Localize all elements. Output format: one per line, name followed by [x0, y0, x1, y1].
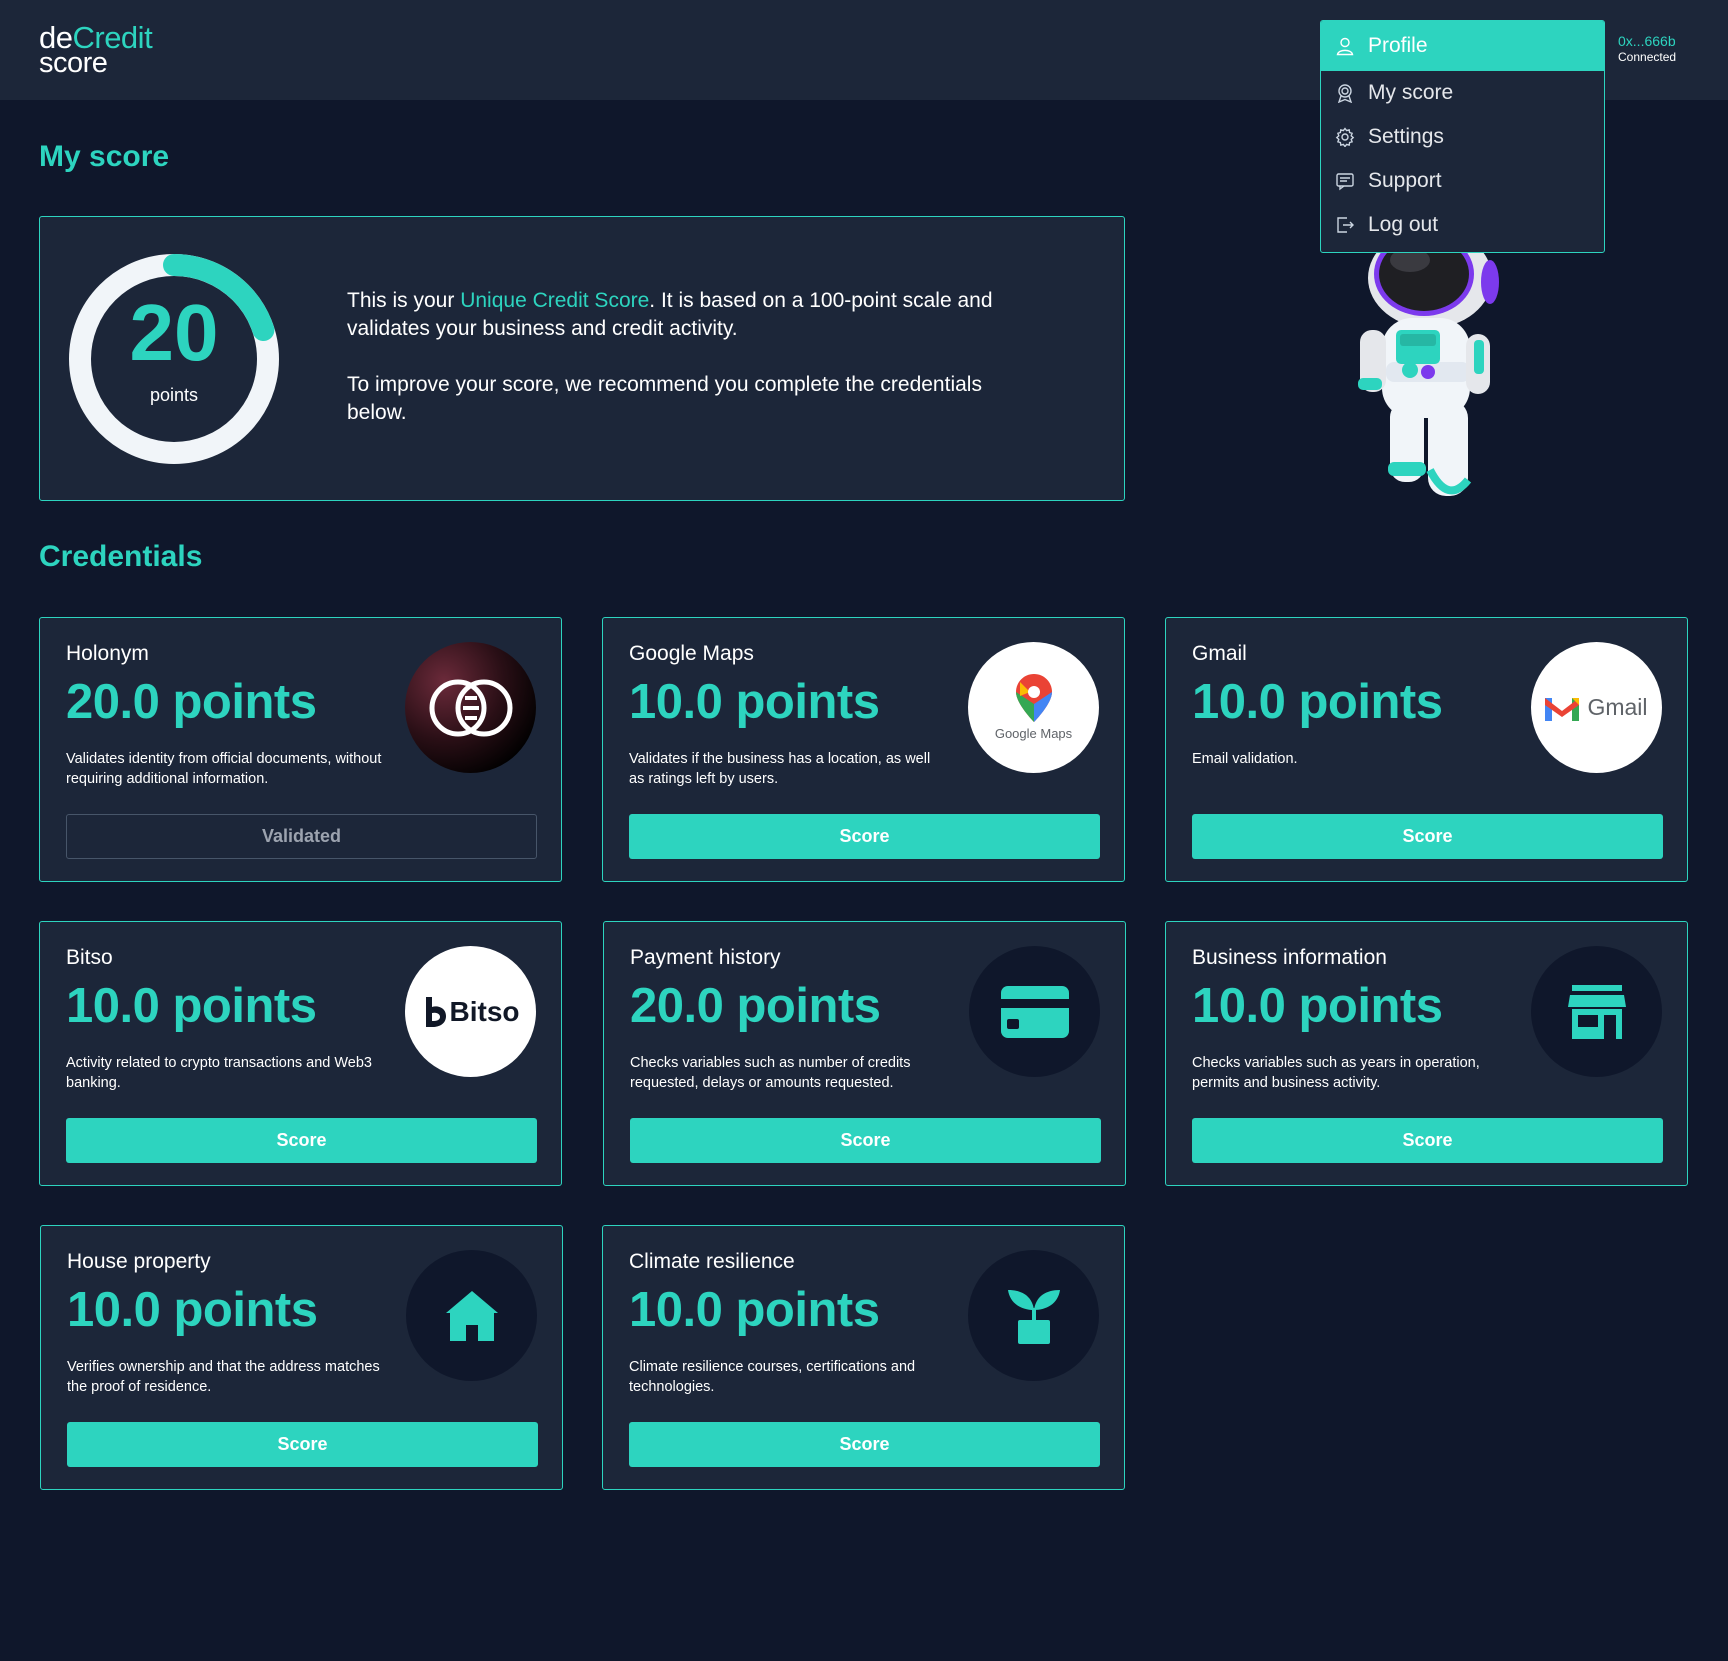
- score-description: This is your Unique Credit Score. It is …: [347, 287, 1047, 455]
- gmail-logo-text: Gmail: [1587, 694, 1648, 720]
- credential-description: Climate resilience courses, certificatio…: [629, 1359, 916, 1395]
- credentials-section-title: Credentials: [39, 540, 203, 573]
- page-title: My score: [39, 140, 170, 173]
- bitso-logo-text: Bitso: [449, 995, 520, 1027]
- credential-description: Checks variables such as years in operat…: [1192, 1055, 1480, 1091]
- menu-item-settings[interactable]: Settings: [1321, 115, 1604, 159]
- credit-score-card: 20 points This is your Unique Credit Sco…: [39, 216, 1125, 501]
- menu-item-label: My score: [1368, 81, 1454, 104]
- credential-card-gmail: Gmail 10.0 points Email validation. Gmai…: [1165, 617, 1688, 882]
- credential-points: 10.0 points: [67, 1283, 318, 1337]
- credential-name: Payment history: [630, 946, 781, 969]
- score-button[interactable]: Score: [1192, 1118, 1663, 1163]
- menu-item-label: Profile: [1368, 34, 1428, 57]
- credential-card-payment-history: Payment history 20.0 points Checks varia…: [603, 921, 1126, 1186]
- wallet-address: 0x...666b: [1618, 33, 1676, 49]
- profile-dropdown-menu: Profile My score Settings Support Log ou…: [1320, 20, 1605, 253]
- credential-points: 20.0 points: [66, 675, 317, 729]
- credit-card-icon: [969, 946, 1100, 1077]
- menu-item-my-score[interactable]: My score: [1321, 71, 1604, 115]
- credential-description: Validates identity from official documen…: [66, 751, 382, 787]
- validated-button[interactable]: Validated: [66, 814, 537, 859]
- credential-card-climate-resilience: Climate resilience 10.0 points Climate r…: [602, 1225, 1125, 1490]
- credential-points: 10.0 points: [1192, 675, 1443, 729]
- credential-points: 10.0 points: [1192, 979, 1443, 1033]
- unique-credit-score-link[interactable]: Unique Credit Score: [460, 289, 649, 312]
- score-recommendation: To improve your score, we recommend you …: [347, 373, 982, 424]
- credential-name: Business information: [1192, 946, 1387, 969]
- credential-description: Verifies ownership and that the address …: [67, 1359, 380, 1395]
- credential-description: Checks variables such as number of credi…: [630, 1055, 911, 1091]
- menu-item-label: Settings: [1368, 125, 1444, 148]
- credential-points: 10.0 points: [629, 1283, 880, 1337]
- bitso-logo: Bitso: [405, 946, 536, 1077]
- credential-description: Email validation.: [1192, 751, 1298, 767]
- score-button[interactable]: Score: [1192, 814, 1663, 859]
- menu-item-label: Log out: [1368, 213, 1439, 236]
- menu-item-label: Support: [1368, 169, 1442, 192]
- credential-name: Climate resilience: [629, 1250, 795, 1273]
- credential-name: Google Maps: [629, 642, 754, 665]
- map-pin-icon: [1015, 674, 1052, 722]
- credential-description: Activity related to crypto transactions …: [66, 1055, 372, 1091]
- menu-item-support[interactable]: Support: [1321, 159, 1604, 203]
- user-icon: [1334, 35, 1356, 57]
- google-maps-logo: Google Maps: [968, 642, 1099, 773]
- score-button[interactable]: Score: [67, 1422, 538, 1467]
- gmail-logo: Gmail: [1531, 642, 1662, 773]
- holonym-logo: [405, 642, 536, 773]
- score-button[interactable]: Score: [66, 1118, 537, 1163]
- sprout-icon: [968, 1250, 1099, 1381]
- menu-item-profile[interactable]: Profile: [1321, 21, 1604, 71]
- storefront-icon: [1531, 946, 1662, 1077]
- credential-card-holonym: Holonym 20.0 points Validates identity f…: [39, 617, 562, 882]
- credential-points: 10.0 points: [629, 675, 880, 729]
- score-value: 20: [129, 288, 219, 377]
- score-unit-label: points: [149, 385, 199, 405]
- credential-name: Holonym: [66, 642, 149, 665]
- credential-card-house-property: House property 10.0 points Verifies owne…: [40, 1225, 563, 1490]
- bitso-b-icon: [425, 996, 446, 1027]
- credential-name: House property: [67, 1250, 211, 1273]
- credential-points: 10.0 points: [66, 979, 317, 1033]
- credential-card-google-maps: Google Maps 10.0 points Validates if the…: [602, 617, 1125, 882]
- house-icon: [406, 1250, 537, 1381]
- score-button[interactable]: Score: [629, 1422, 1100, 1467]
- gear-icon: [1334, 126, 1356, 148]
- credential-name: Gmail: [1192, 642, 1247, 665]
- menu-item-log-out[interactable]: Log out: [1321, 203, 1604, 247]
- score-button[interactable]: Score: [630, 1118, 1101, 1163]
- gmail-m-icon: [1545, 697, 1580, 721]
- score-badge-icon: [1334, 82, 1356, 104]
- credential-card-business-information: Business information 10.0 points Checks …: [1165, 921, 1688, 1186]
- decredit-score-logo[interactable]: deCredit score: [39, 22, 153, 78]
- score-button[interactable]: Score: [629, 814, 1100, 859]
- credential-card-bitso: Bitso 10.0 points Activity related to cr…: [39, 921, 562, 1186]
- astronaut-illustration: [1358, 230, 1499, 496]
- wallet-status[interactable]: 0x...666b Connected: [1618, 33, 1676, 64]
- score-text-pre: This is your: [347, 289, 461, 312]
- wallet-connection-status: Connected: [1618, 49, 1677, 64]
- credential-points: 20.0 points: [630, 979, 881, 1033]
- chat-icon: [1334, 170, 1356, 192]
- credential-name: Bitso: [66, 946, 113, 969]
- google-maps-logo-text: Google Maps: [994, 726, 1073, 741]
- logout-icon: [1334, 214, 1356, 236]
- credential-description: Validates if the business has a location…: [629, 751, 931, 787]
